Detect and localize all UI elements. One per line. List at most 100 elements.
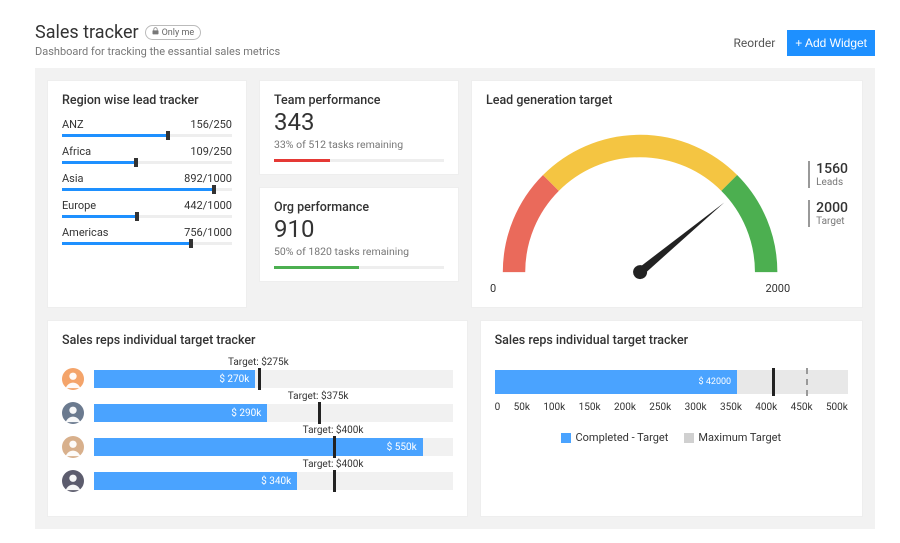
region-name: Asia [62,172,84,185]
org-performance-progress [274,266,444,269]
reps-summary-card: Sales reps individual target tracker $ 4… [480,320,863,517]
rep-row: Target: $375k$ 290k [62,402,453,424]
region-tracker-card: Region wise lead tracker ANZ 156/250 Afric… [47,80,247,308]
axis-tick: 450k [791,402,813,413]
region-list: ANZ 156/250 Africa 109/250 Asia 892/1000 Europ… [62,118,232,245]
org-performance-sub: 50% of 1820 tasks remaining [274,245,444,258]
add-widget-button[interactable]: + Add Widget [787,30,875,56]
rep-bar: $ 290k [94,404,453,422]
axis-tick: 500k [826,402,848,413]
rep-row: Target: $400k$ 550k [62,436,453,458]
page-title: Sales tracker Only me [35,22,280,43]
region-progress[interactable] [62,161,232,164]
rep-target-label: Target: $400k [303,425,364,436]
team-performance-title: Team performance [274,93,444,108]
avatar [62,470,84,492]
reps-tracker-title: Sales reps individual target tracker [62,333,453,348]
org-performance-card: Org performance 910 50% of 1820 tasks re… [259,187,459,282]
rep-target-label: Target: $400k [303,459,364,470]
rep-bar-fill: $ 270k [94,370,255,388]
visibility-badge[interactable]: Only me [145,25,202,40]
region-row: Africa 109/250 [62,145,232,158]
team-performance-progress [274,159,444,162]
team-performance-sub: 33% of 512 tasks remaining [274,138,444,151]
region-name: Europe [62,199,96,212]
region-value: 156/250 [190,118,232,131]
region-value: 756/1000 [184,226,232,239]
reps-individual-tracker-card: Sales reps individual target tracker Tar… [47,320,468,517]
gauge-target-stat: 2000 Target [808,200,848,227]
team-performance-value: 343 [274,110,444,134]
legend-completed: Completed - Target [561,431,668,444]
page-title-text: Sales tracker [35,22,139,43]
region-value: 892/1000 [184,172,232,185]
region-progress[interactable] [62,188,232,191]
rep-target-mark [318,402,321,424]
reps-list: Target: $275k$ 270kTarget: $375k$ 290kTa… [62,358,453,492]
lead-gauge-title: Lead generation target [486,93,794,108]
lock-icon [152,27,159,38]
region-progress[interactable] [62,215,232,218]
page-header: Sales tracker Only me Dashboard for trac… [0,0,900,68]
axis-tick: 100k [543,402,565,413]
gauge-leads-stat: 1560 Leads [808,161,848,188]
region-value: 442/1000 [184,199,232,212]
rep-target-mark [333,470,336,492]
rep-bar-fill: $ 550k [94,438,423,456]
rep-bar: $ 550k [94,438,453,456]
rep-target-label: Target: $375k [288,391,349,402]
summary-target-mark [772,368,775,396]
region-row: Europe 442/1000 [62,199,232,212]
legend-max: Maximum Target [684,431,781,444]
rep-target-mark [333,436,336,458]
summary-legend: Completed - Target Maximum Target [495,431,848,444]
region-name: ANZ [62,118,84,131]
avatar [62,436,84,458]
gauge-max-label: 2000 [765,282,790,295]
axis-tick: 350k [720,402,742,413]
reorder-button[interactable]: Reorder [734,36,776,50]
summary-axis: 0 50k 100k 150k 200k 250k 300k 350k 400k 450k 500k [495,402,848,413]
axis-tick: 400k [755,402,777,413]
rep-target-mark [258,368,261,390]
performance-column: Team performance 343 33% of 512 tasks re… [259,80,459,308]
axis-tick: 0 [495,402,501,413]
reps-summary-title: Sales reps individual target tracker [495,333,848,348]
summary-bar-fill: $ 42000 [495,370,738,394]
region-progress[interactable] [62,242,232,245]
region-value: 109/250 [190,145,232,158]
axis-tick: 150k [579,402,601,413]
gauge-min-label: 0 [490,282,496,295]
rep-bar: $ 270k [94,370,453,388]
rep-bar: $ 340k [94,472,453,490]
region-row: Asia 892/1000 [62,172,232,185]
rep-row: Target: $400k$ 340k [62,470,453,492]
org-performance-title: Org performance [274,200,444,215]
gauge-target-label: Target [816,216,848,227]
axis-tick: 300k [685,402,707,413]
summary-bar: $ 42000 [495,370,848,394]
dashboard-board: Region wise lead tracker ANZ 156/250 Afric… [35,68,875,529]
gauge-target-value: 2000 [816,200,848,216]
region-row: ANZ 156/250 [62,118,232,131]
lead-gauge-card: Lead generation target 0 2000 [471,80,863,308]
rep-bar-fill: $ 290k [94,404,267,422]
page-subtitle: Dashboard for tracking the essantial sal… [35,45,280,58]
team-performance-card: Team performance 343 33% of 512 tasks re… [259,80,459,175]
region-progress[interactable] [62,134,232,137]
gauge-leads-value: 1560 [816,161,848,177]
title-wrap: Sales tracker Only me Dashboard for trac… [35,22,280,58]
region-tracker-title: Region wise lead tracker [62,93,232,108]
region-row: Americas756/1000 [62,226,232,239]
axis-tick: 250k [649,402,671,413]
header-actions: Reorder + Add Widget [734,30,875,56]
region-name: Africa [62,145,91,158]
legend-max-label: Maximum Target [698,431,781,444]
rep-bar-fill: $ 340k [94,472,297,490]
axis-tick: 50k [514,402,530,413]
avatar [62,368,84,390]
org-performance-value: 910 [274,217,444,241]
axis-tick: 200k [614,402,636,413]
gauge-chart [486,118,794,286]
legend-completed-label: Completed - Target [575,431,668,444]
